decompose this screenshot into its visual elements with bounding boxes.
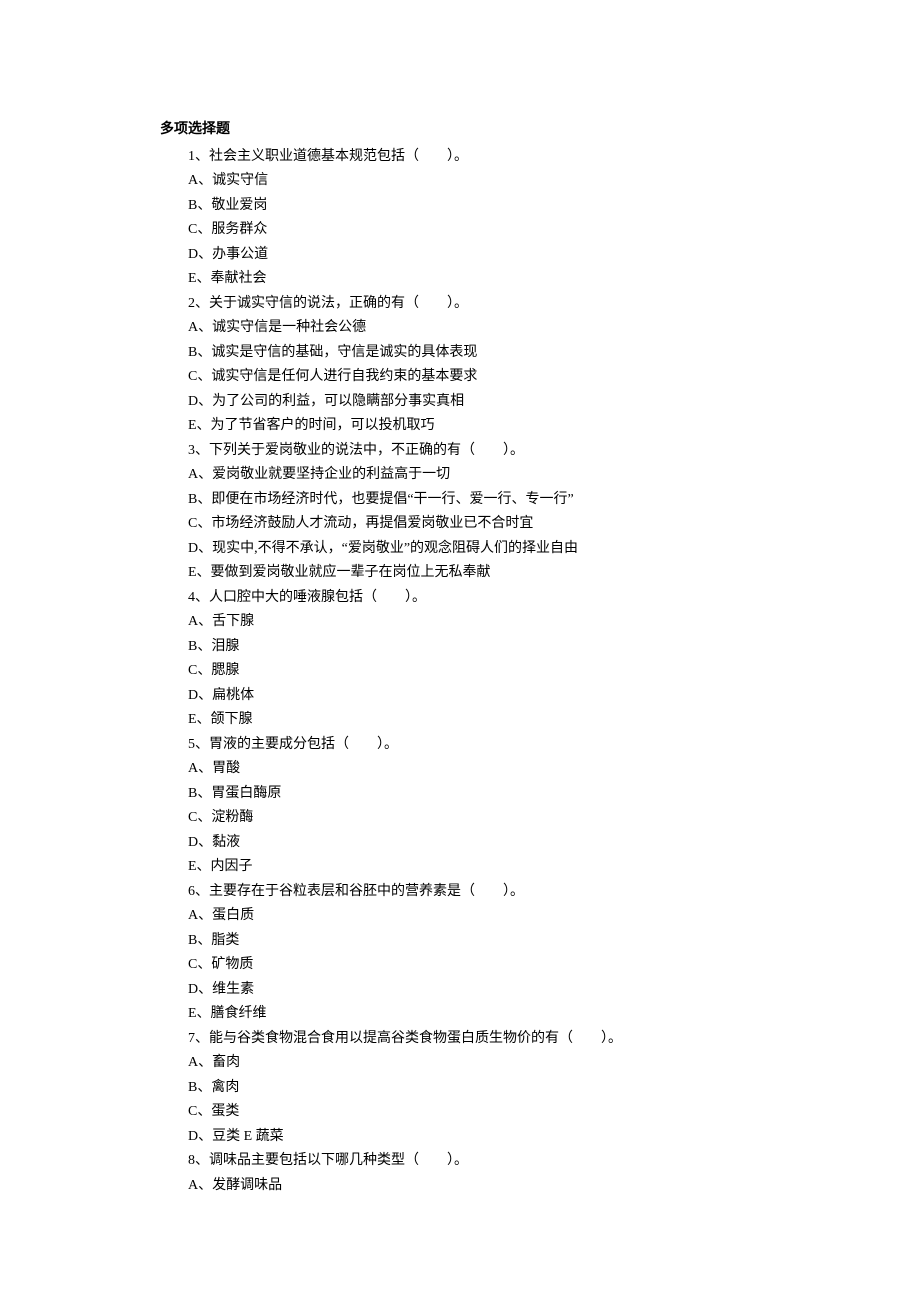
question-option: D、为了公司的利益，可以隐瞒部分事实真相 [160,390,760,415]
question-option: B、诚实是守信的基础，守信是诚实的具体表现 [160,341,760,366]
question-stem: 2、关于诚实守信的说法，正确的有（ ）。 [160,292,760,317]
question-option: A、舌下腺 [160,610,760,635]
question-option: C、服务群众 [160,218,760,243]
question-option: E、奉献社会 [160,267,760,292]
section-title: 多项选择题 [160,118,760,143]
question-stem: 5、胃液的主要成分包括（ ）。 [160,733,760,758]
question-option: A、诚实守信 [160,169,760,194]
question-stem: 4、人口腔中大的唾液腺包括（ ）。 [160,586,760,611]
question-option: C、蛋类 [160,1100,760,1125]
question-option: C、腮腺 [160,659,760,684]
question-option: D、黏液 [160,831,760,856]
question-option: E、膳食纤维 [160,1002,760,1027]
question-stem: 1、社会主义职业道德基本规范包括（ ）。 [160,145,760,170]
question-option: C、淀粉酶 [160,806,760,831]
question-option: E、内因子 [160,855,760,880]
question-option: A、爱岗敬业就要坚持企业的利益高于一切 [160,463,760,488]
question-option: B、禽肉 [160,1076,760,1101]
question-option: C、矿物质 [160,953,760,978]
question-option: C、市场经济鼓励人才流动，再提倡爱岗敬业已不合时宜 [160,512,760,537]
question-option: D、办事公道 [160,243,760,268]
question-stem: 8、调味品主要包括以下哪几种类型（ ）。 [160,1149,760,1174]
question-option: D、扁桃体 [160,684,760,709]
question-option: E、要做到爱岗敬业就应一辈子在岗位上无私奉献 [160,561,760,586]
question-option: D、现实中,不得不承认，“爱岗敬业”的观念阻碍人们的择业自由 [160,537,760,562]
question-stem: 7、能与谷类食物混合食用以提高谷类食物蛋白质生物价的有（ ）。 [160,1027,760,1052]
question-stem: 3、下列关于爱岗敬业的说法中，不正确的有（ ）。 [160,439,760,464]
question-stem: 6、主要存在于谷粒表层和谷胚中的营养素是（ ）。 [160,880,760,905]
question-option: D、豆类 E 蔬菜 [160,1125,760,1150]
questions-container: 1、社会主义职业道德基本规范包括（ ）。A、诚实守信B、敬业爱岗C、服务群众D、… [160,145,760,1199]
question-option: A、发酵调味品 [160,1174,760,1199]
question-option: D、维生素 [160,978,760,1003]
question-option: B、敬业爱岗 [160,194,760,219]
question-option: B、脂类 [160,929,760,954]
question-option: B、胃蛋白酶原 [160,782,760,807]
question-option: B、即便在市场经济时代，也要提倡“干一行、爱一行、专一行” [160,488,760,513]
question-option: C、诚实守信是任何人进行自我约束的基本要求 [160,365,760,390]
question-option: A、蛋白质 [160,904,760,929]
question-option: E、为了节省客户的时间，可以投机取巧 [160,414,760,439]
question-option: E、颌下腺 [160,708,760,733]
question-option: A、畜肉 [160,1051,760,1076]
question-option: B、泪腺 [160,635,760,660]
question-option: A、诚实守信是一种社会公德 [160,316,760,341]
question-option: A、胃酸 [160,757,760,782]
